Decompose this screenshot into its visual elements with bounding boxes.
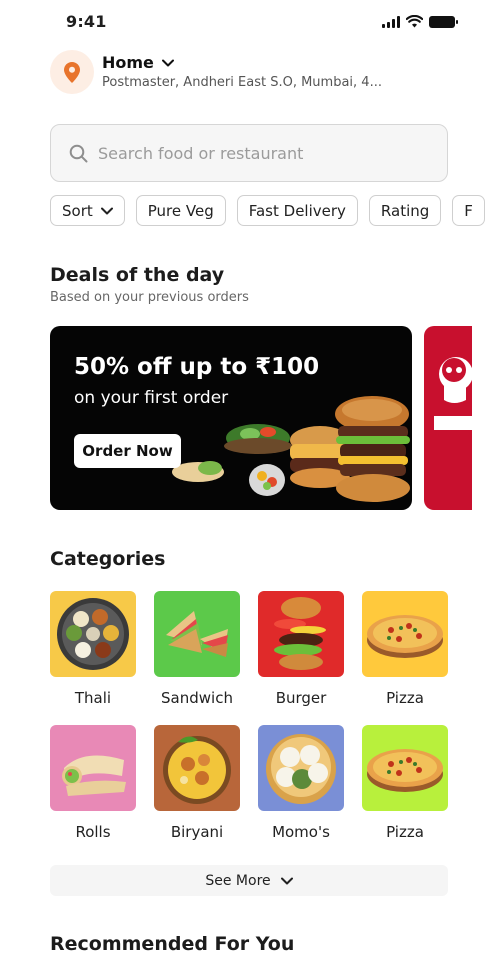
location-pin-icon xyxy=(64,61,80,83)
category-rolls[interactable]: Rolls xyxy=(50,725,136,841)
category-label: Pizza xyxy=(386,689,424,707)
category-tile xyxy=(258,591,344,677)
filter-chip-partial[interactable]: F xyxy=(452,195,485,226)
filter-chip-label: Sort xyxy=(62,201,93,220)
category-tile xyxy=(154,591,240,677)
burger-platter-image xyxy=(172,396,410,502)
category-label: Biryani xyxy=(170,823,224,841)
filter-chip-label: Pure Veg xyxy=(147,201,214,220)
see-more-label: See More xyxy=(205,872,271,889)
banner-headline: 50% off up to ₹100 xyxy=(74,354,320,380)
chevron-down-icon[interactable] xyxy=(161,59,174,67)
category-label: Burger xyxy=(275,689,327,707)
search-bar[interactable] xyxy=(50,124,448,182)
filter-chip-label: Rating xyxy=(380,201,430,220)
pizza-icon xyxy=(367,749,443,792)
category-label: Pizza xyxy=(386,823,424,841)
category-biryani[interactable]: Biryani xyxy=(154,725,240,841)
status-icons xyxy=(382,15,458,28)
banner-subline: on your first order xyxy=(74,388,229,408)
category-tile xyxy=(362,591,448,677)
filter-chips: Sort Pure Veg Fast Delivery Rating F xyxy=(50,195,497,226)
see-more-button[interactable]: See More xyxy=(50,865,448,896)
momos-icon xyxy=(266,734,336,804)
category-tile xyxy=(362,725,448,811)
categories-title: Categories xyxy=(50,548,166,570)
location-selector[interactable]: Home Postmaster, Andheri East S.O, Mumba… xyxy=(50,50,450,94)
order-now-button[interactable]: Order Now xyxy=(74,434,181,468)
status-time: 9:41 xyxy=(66,12,107,31)
filter-chip-pure-veg[interactable]: Pure Veg xyxy=(135,195,226,226)
category-tile xyxy=(50,725,136,811)
rolls-icon xyxy=(62,755,126,796)
deal-banner[interactable]: 50% off up to ₹100 on your first order O… xyxy=(50,326,412,510)
kfc-deal-card[interactable] xyxy=(424,326,472,510)
location-pin-badge xyxy=(50,50,94,94)
category-tile xyxy=(50,591,136,677)
deals-title: Deals of the day xyxy=(50,264,225,286)
category-label: Sandwich xyxy=(161,689,233,707)
category-tile xyxy=(258,725,344,811)
burger-icon xyxy=(274,597,326,670)
kfc-colonel-logo xyxy=(434,357,472,430)
category-tile xyxy=(154,725,240,811)
deals-subtitle: Based on your previous orders xyxy=(50,290,249,305)
category-thali[interactable]: Thali xyxy=(50,591,136,707)
biryani-icon xyxy=(163,736,231,804)
filter-chip-label: F xyxy=(464,201,473,220)
search-icon xyxy=(69,144,88,162)
filter-chip-label: Fast Delivery xyxy=(248,201,346,220)
search-input[interactable] xyxy=(98,143,418,163)
recommended-title: Recommended For You xyxy=(50,933,295,955)
category-label: Rolls xyxy=(75,823,111,841)
category-momos[interactable]: Momo's xyxy=(258,725,344,841)
wifi-icon xyxy=(406,15,423,28)
location-address: Postmaster, Andheri East S.O, Mumbai, 4.… xyxy=(102,74,382,90)
category-label: Momo's xyxy=(272,823,330,841)
category-burger[interactable]: Burger xyxy=(258,591,344,707)
filter-chip-sort[interactable]: Sort xyxy=(50,195,125,226)
signal-icon xyxy=(382,15,400,28)
pizza-icon xyxy=(367,615,443,658)
chevron-down-icon xyxy=(100,207,113,214)
category-pizza-2[interactable]: Pizza xyxy=(362,725,448,841)
category-pizza[interactable]: Pizza xyxy=(362,591,448,707)
category-sandwich[interactable]: Sandwich xyxy=(154,591,240,707)
chevron-down-icon xyxy=(280,877,293,884)
category-label: Thali xyxy=(74,689,112,707)
thali-icon xyxy=(57,598,129,670)
location-title: Home xyxy=(102,52,154,72)
status-bar: 9:41 xyxy=(0,0,497,46)
battery-icon xyxy=(429,15,458,28)
sandwich-icon xyxy=(166,611,228,657)
filter-chip-rating[interactable]: Rating xyxy=(368,195,442,226)
filter-chip-fast-delivery[interactable]: Fast Delivery xyxy=(236,195,358,226)
